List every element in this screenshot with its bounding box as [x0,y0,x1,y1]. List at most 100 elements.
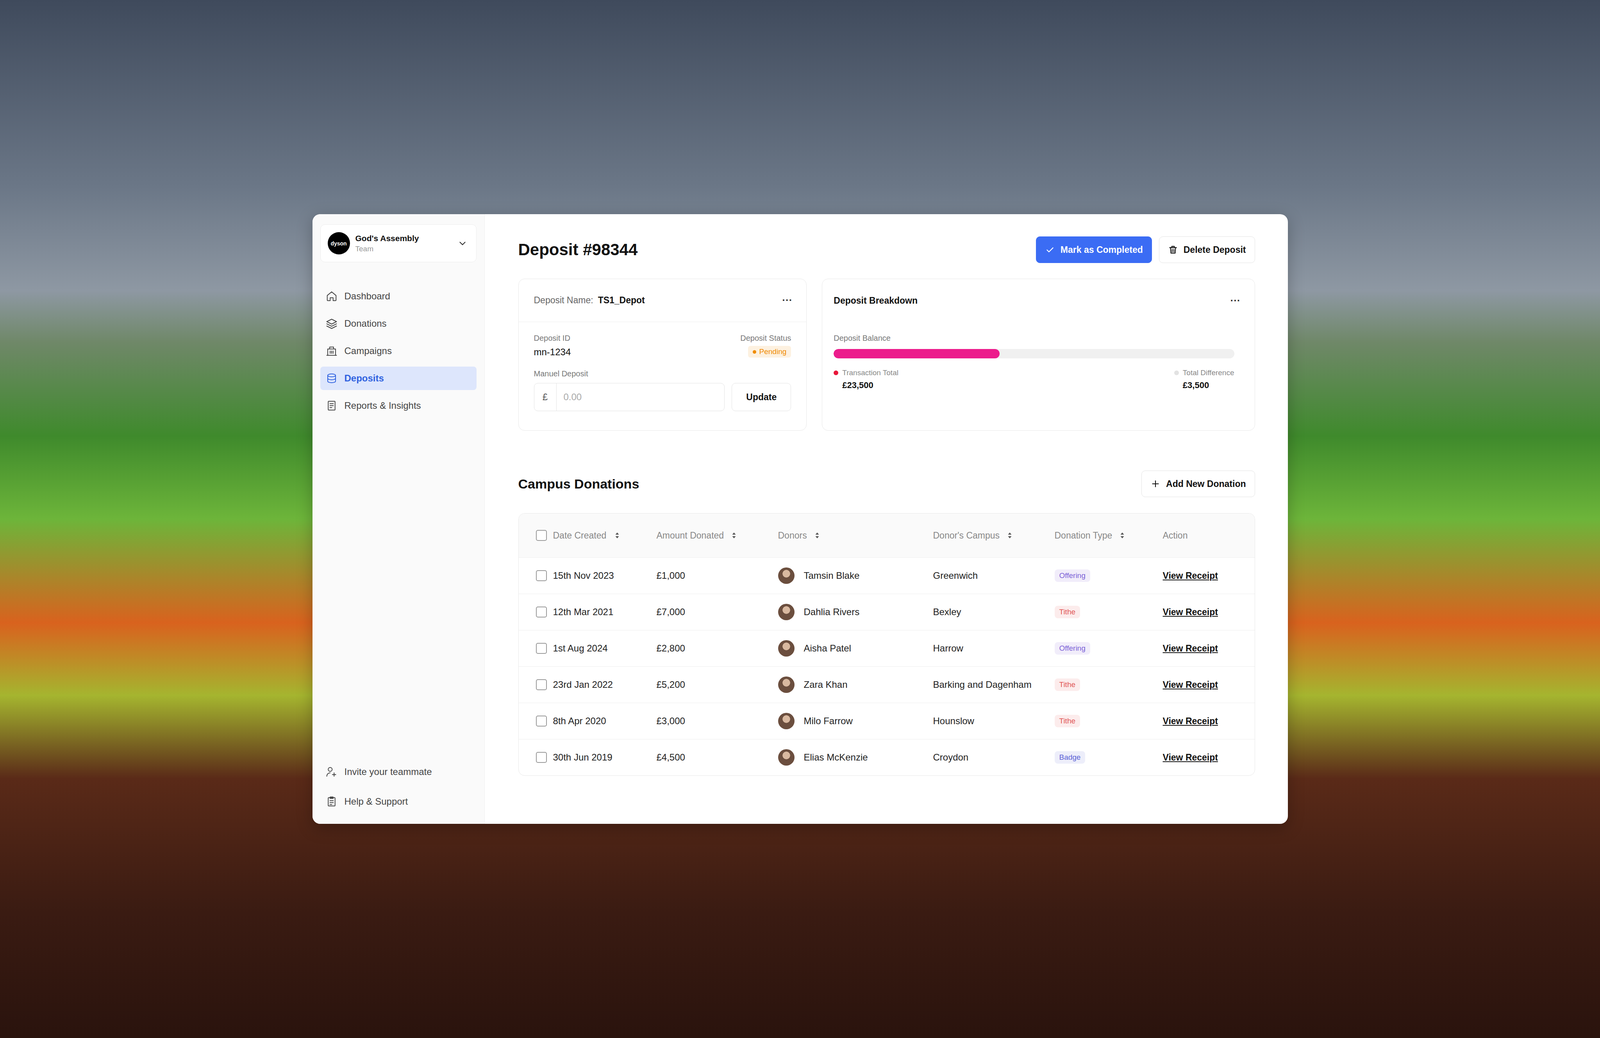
user-plus-icon [325,765,338,778]
sidebar-item[interactable]: Campaigns [320,339,477,363]
column-header[interactable]: Donors [778,530,934,541]
legend-label: Total Difference [1174,368,1235,377]
view-receipt-link[interactable]: View Receipt [1162,642,1218,654]
donor-cell: Aisha Patel [778,639,934,657]
type-cell: Tithe [1054,678,1163,691]
legend-dot [833,370,839,375]
amount-cell: £7,000 [656,606,779,618]
donation-type-badge: Badge [1054,750,1086,764]
sidebar-item[interactable]: Deposits [320,366,477,390]
legend-label-text: Transaction Total [842,368,899,377]
column-header-label: Date Created [553,530,607,541]
campus-cell: Hounslow [933,715,1055,727]
date-text: 12th Mar 2021 [553,606,614,618]
type-cell: Offering [1054,569,1163,582]
donations-header: Campus Donations Add New Donation [518,470,1256,497]
column-header[interactable]: Donor's Campus [933,530,1055,541]
action-cell: View Receipt [1162,679,1255,690]
sidebar-footer-item[interactable]: Invite your teammate [320,759,477,784]
manual-deposit-input[interactable] [556,383,725,411]
donor-cell: Tamsin Blake [778,567,934,584]
row-checkbox[interactable] [535,715,547,727]
team-switcher[interactable]: dyson God's Assembly Team [320,224,477,263]
legend-label-text: Total Difference [1182,368,1235,377]
column-header-label: Action [1162,530,1188,541]
complete-button[interactable]: Mark as Completed [1035,236,1152,263]
sidebar-item-label: Donations [344,317,387,329]
more-menu-button[interactable]: ··· [782,294,793,307]
balance-label: Deposit Balance [833,333,1234,343]
sidebar: dyson God's Assembly Team Dashboard Dona… [312,214,485,824]
view-receipt-link[interactable]: View Receipt [1162,606,1218,618]
donor-avatar [778,639,795,657]
amount-cell: £5,200 [656,678,779,690]
sidebar-item[interactable]: Reports & Insights [320,393,477,418]
view-receipt-link[interactable]: View Receipt [1162,751,1218,763]
donor-cell: Elias McKenzie [778,748,934,766]
date-cell: 8th Apr 2020 [518,715,657,727]
view-receipt-link[interactable]: View Receipt [1162,570,1218,581]
sidebar-item[interactable]: Dashboard [320,284,477,308]
sidebar-item[interactable]: Donations [320,311,477,336]
campus-cell: Greenwich [933,569,1055,581]
deposit-card-body: Deposit ID mn-1234 Deposit Status Pendin… [518,321,807,426]
deposit-info-row: Deposit ID mn-1234 Deposit Status Pendin… [533,333,792,358]
donation-type-badge: Tithe [1054,605,1081,618]
row-checkbox[interactable] [535,678,547,690]
nav-icon [325,399,338,412]
legend-item: Total Difference £3,500 [1174,368,1235,391]
column-header[interactable]: Donation Type [1054,530,1163,541]
clipboard-icon [325,795,338,808]
row-checkbox[interactable] [535,642,547,654]
column-header[interactable]: Amount Donated [656,530,779,541]
amount-cell: £4,500 [656,751,779,763]
row-checkbox[interactable] [535,751,547,763]
date-text: 8th Apr 2020 [553,715,607,727]
select-all-checkbox[interactable] [535,529,547,541]
header-actions: Mark as Completed Delete Deposit [1035,236,1256,263]
add-donation-button[interactable]: Add New Donation [1141,470,1255,497]
view-receipt-link[interactable]: View Receipt [1162,679,1218,690]
team-subtitle: Team [355,244,452,254]
sidebar-footer-item[interactable]: Help & Support [320,789,477,813]
sidebar-item-label: Reports & Insights [344,400,422,411]
row-checkbox[interactable] [535,606,547,618]
nav-icon [325,344,338,357]
delete-button[interactable]: Delete Deposit [1158,236,1256,263]
update-button[interactable]: Update [731,382,792,411]
breakdown-card-body: Deposit Balance Transaction Total £23,50… [822,321,1255,406]
deposit-id: Deposit ID mn-1234 [533,333,572,358]
sidebar-item-label: Deposits [344,372,384,384]
action-cell: View Receipt [1162,570,1255,581]
sort-icon [1005,530,1015,540]
date-text: 23rd Jan 2022 [553,678,613,690]
donation-type-badge: Offering [1054,641,1091,655]
view-receipt-link[interactable]: View Receipt [1162,715,1218,727]
app-window: dyson God's Assembly Team Dashboard Dona… [312,214,1288,824]
sidebar-item-label: Campaigns [344,345,392,357]
manual-deposit-field: £ [533,382,725,411]
legend-label: Transaction Total [833,368,899,377]
date-cell: 12th Mar 2021 [518,606,657,618]
button-label: Mark as Completed [1060,244,1143,256]
column-header-label: Amount Donated [656,530,725,541]
nav-icon [325,372,338,384]
sidebar-footer: Invite your teammate Help & Support [320,759,477,813]
currency-prefix: £ [534,383,557,411]
team-name: God's Assembly [355,233,452,243]
plus-icon [1150,478,1161,489]
balance-legend: Transaction Total £23,500 Total Differen… [833,368,1234,391]
date-text: 30th Jun 2019 [553,751,613,763]
sidebar-footer-label: Invite your teammate [344,766,433,777]
balance-bar [833,348,1234,359]
more-menu-button[interactable]: ··· [1230,294,1241,307]
date-cell: 30th Jun 2019 [518,751,657,763]
sort-icon [1117,530,1127,540]
nav-icon [325,290,338,302]
donor-name: Milo Farrow [803,715,853,727]
row-checkbox[interactable] [535,569,547,581]
donation-type-badge: Tithe [1054,678,1081,691]
column-header[interactable]: Date Created [518,529,657,541]
page-title: Deposit #98344 [518,240,638,259]
column-header-label: Donors [778,530,808,541]
